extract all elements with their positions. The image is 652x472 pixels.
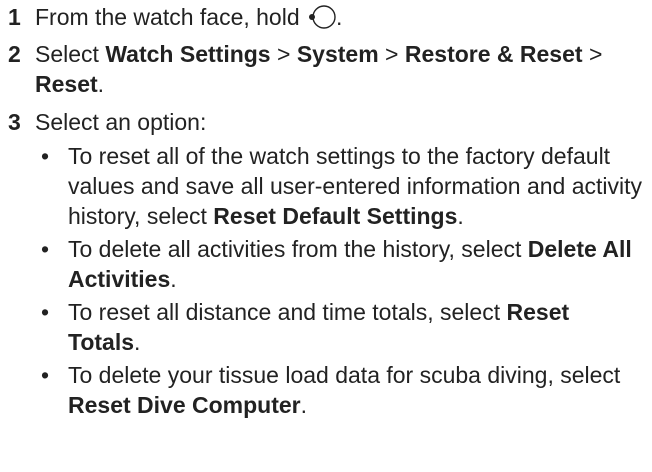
option-item: • To reset all of the watch settings to t… <box>41 143 643 229</box>
option-text: To delete your tissue load data for scub… <box>68 362 621 388</box>
step-text: Select an option: <box>35 109 207 135</box>
option-item: • To delete all activities from the histo… <box>41 236 632 292</box>
step-text: From the watch face, hold . <box>35 4 343 30</box>
bullet-dot: • <box>41 236 50 262</box>
menu-reset: Reset <box>35 71 98 97</box>
step-number: 3 <box>8 109 21 135</box>
step-1: 1 From the watch face, hold . <box>8 2 646 32</box>
menu-restore-reset: Restore & Reset <box>404 41 583 67</box>
menu-system: System <box>296 41 379 67</box>
option-action: Reset Dive Computer <box>68 392 301 418</box>
bullet-dot: • <box>41 143 50 169</box>
step-number: 1 <box>8 4 21 30</box>
option-list: • To reset all of the watch settings to t… <box>35 141 646 420</box>
bullet-dot: • <box>41 362 50 388</box>
bullet-dot: • <box>41 299 50 325</box>
step-2: 2 Select Watch Settings > System > Resto… <box>8 39 646 99</box>
watch-button-icon <box>309 5 336 29</box>
option-item: • To reset all distance and time totals, … <box>41 299 570 355</box>
step-3: 3 Select an option: • To reset all of the… <box>8 107 646 420</box>
instructions: 1 From the watch face, hold . 2 Select W… <box>0 2 652 420</box>
option-item: • To delete your tissue load data for scu… <box>41 362 621 418</box>
option-action: Reset Default Settings <box>213 203 458 229</box>
option-text: To reset all distance and time totals, s… <box>68 299 507 325</box>
step-number: 2 <box>8 41 21 67</box>
step-text: Select Watch Settings > System > Restore… <box>35 41 603 97</box>
option-text: To delete all activities from the histor… <box>68 236 528 262</box>
menu-watch-settings: Watch Settings <box>105 41 271 67</box>
